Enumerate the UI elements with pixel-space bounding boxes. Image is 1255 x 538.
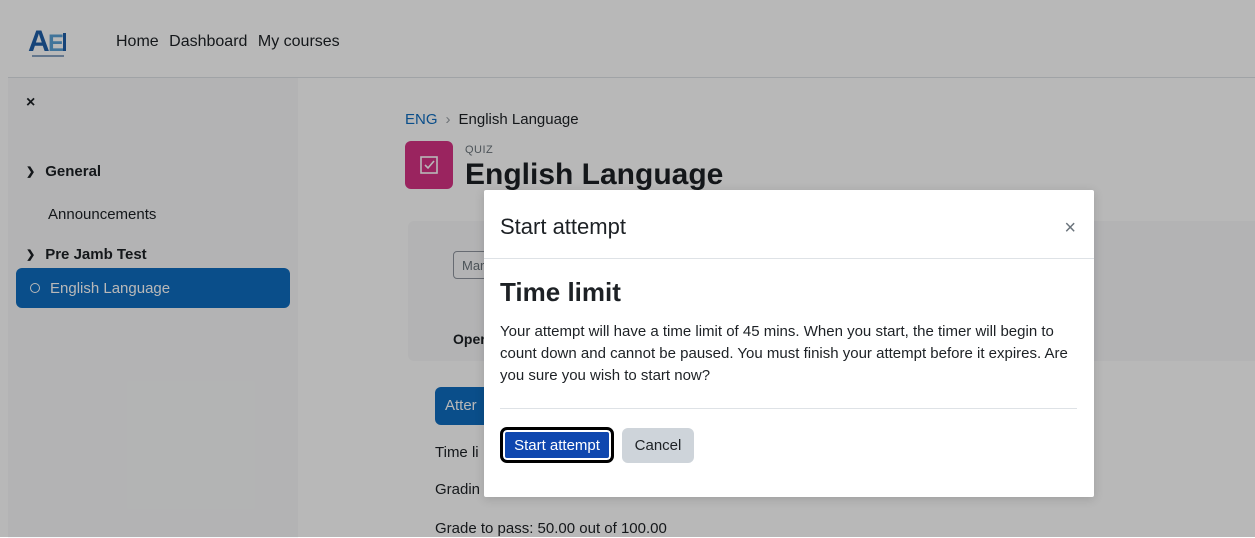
modal-body-text: Your attempt will have a time limit of 4… (500, 323, 1068, 384)
cancel-button[interactable]: Cancel (622, 428, 694, 463)
modal-footer-divider (500, 408, 1077, 409)
close-icon[interactable]: × (1064, 217, 1076, 240)
modal-heading: Time limit (500, 277, 621, 307)
modal-divider (484, 258, 1094, 259)
start-attempt-button[interactable]: Start attempt (500, 427, 614, 463)
start-attempt-modal: Start attempt × Time limit Your attempt … (484, 190, 1094, 497)
modal-title: Start attempt (500, 214, 626, 239)
